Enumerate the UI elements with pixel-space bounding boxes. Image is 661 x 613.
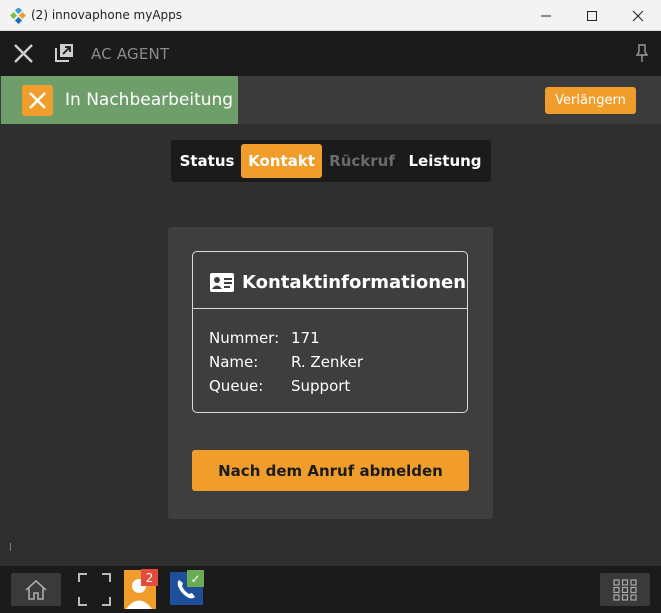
row-label: Queue:: [209, 377, 264, 395]
tab-leistung[interactable]: Leistung: [408, 144, 481, 178]
pin-icon[interactable]: [634, 43, 650, 63]
scroll-marker: [10, 543, 11, 551]
app-name: AC AGENT: [91, 45, 170, 63]
row-value: R. Zenker: [291, 353, 363, 371]
home-icon: [25, 579, 47, 600]
app-grid-button[interactable]: [600, 573, 650, 606]
grid-icon: [613, 578, 637, 601]
popout-icon[interactable]: [53, 42, 75, 64]
agent-status-bar: In Nachbearbeitung Verlängern: [0, 76, 661, 124]
agent-notification-badge: 2: [141, 569, 158, 586]
minimize-button[interactable]: [523, 0, 569, 31]
id-card-icon: [210, 273, 234, 292]
row-value: 171: [291, 329, 320, 347]
home-button[interactable]: [11, 573, 61, 606]
row-label: Name:: [209, 353, 259, 371]
tab-status[interactable]: Status: [180, 144, 235, 178]
contact-info-title: Kontaktinformationen: [242, 272, 467, 293]
minimize-icon: [541, 15, 551, 16]
fullscreen-icon[interactable]: [78, 573, 111, 606]
tab-kontakt[interactable]: Kontakt: [241, 144, 322, 178]
tab-rueckruf[interactable]: Rückruf: [329, 144, 395, 178]
row-value: Support: [291, 377, 351, 395]
contact-info-box: Kontaktinformationen Nummer: 171 Name: R…: [192, 251, 468, 413]
status-text: In Nachbearbeitung: [65, 90, 234, 110]
extend-button[interactable]: Verlängern: [545, 87, 636, 114]
status-icon-button[interactable]: [22, 85, 53, 116]
window-close-button[interactable]: [615, 0, 661, 31]
window-titlebar: (2) innovaphone myApps: [0, 0, 661, 31]
contact-info-header: Kontaktinformationen: [193, 252, 467, 309]
bottom-taskbar: 2 ✓: [0, 566, 661, 613]
tab-bar: Status Kontakt Rückruf Leistung: [171, 140, 491, 182]
window-title: (2) innovaphone myApps: [31, 8, 183, 22]
phone-status-badge: ✓: [187, 570, 204, 587]
innovaphone-logo-icon: [10, 8, 26, 24]
close-icon: [632, 10, 644, 21]
logout-after-call-button[interactable]: Nach dem Anruf abmelden: [192, 450, 469, 491]
app-header: AC AGENT: [0, 31, 661, 76]
maximize-icon: [587, 10, 597, 21]
row-label: Nummer:: [209, 329, 280, 347]
maximize-button[interactable]: [569, 0, 615, 31]
contact-card: Kontaktinformationen Nummer: 171 Name: R…: [168, 227, 493, 519]
app-close-icon[interactable]: [13, 43, 34, 64]
cancel-icon: [29, 92, 46, 109]
status-indicator: In Nachbearbeitung: [1, 76, 238, 124]
